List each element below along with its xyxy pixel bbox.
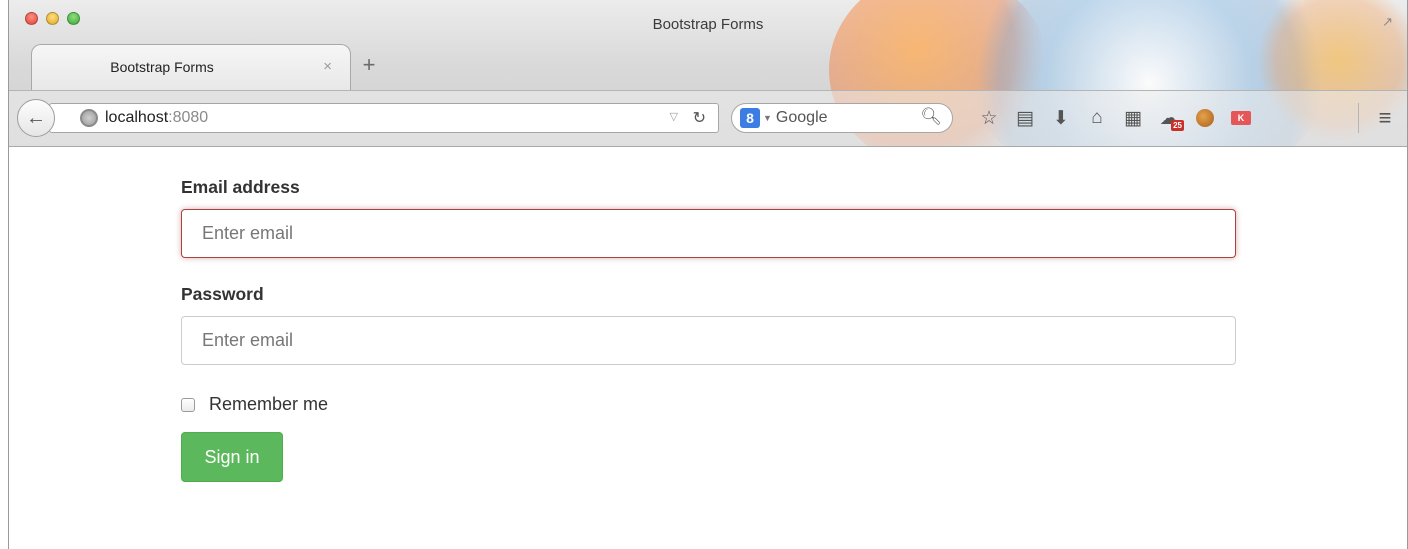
cookie-icon[interactable] xyxy=(1187,105,1223,131)
reading-list-icon[interactable]: ▤ xyxy=(1007,105,1043,131)
sign-in-form: Email address Enter email Password Enter… xyxy=(181,177,1236,482)
sign-in-button[interactable]: Sign in xyxy=(181,432,283,482)
email-field[interactable]: Enter email xyxy=(181,209,1236,258)
apps-grid-icon[interactable]: ▦ xyxy=(1115,105,1151,131)
remember-me-checkbox[interactable] xyxy=(181,397,195,412)
download-icon[interactable]: ⬇ xyxy=(1043,105,1079,131)
back-button[interactable]: ← xyxy=(17,99,55,137)
url-host: localhost xyxy=(105,109,169,126)
search-icon[interactable]: 🔍︎ xyxy=(920,107,942,127)
menu-icon[interactable]: ≡ xyxy=(1367,105,1403,131)
tab-label: Bootstrap Forms xyxy=(110,59,214,75)
search-engine-dropdown-icon[interactable]: ▼ xyxy=(763,113,772,123)
star-icon[interactable]: ☆ xyxy=(971,105,1007,131)
email-label: Email address xyxy=(181,177,300,197)
email-placeholder: Enter email xyxy=(202,223,294,243)
browser-toolbar-icons: ☆ ▤ ⬇ ⌂ ▦ ☁ 25 K xyxy=(971,105,1259,131)
window-title: Bootstrap Forms xyxy=(652,16,764,33)
search-input[interactable]: Google xyxy=(776,109,828,127)
home-icon[interactable]: ⌂ xyxy=(1079,105,1115,131)
password-field[interactable]: Enter email xyxy=(181,316,1236,365)
password-placeholder: Enter email xyxy=(202,330,294,350)
browser-chrome: Bootstrap Forms ↗ Bootstrap Forms × + lo… xyxy=(9,0,1407,147)
back-arrow-icon: ← xyxy=(26,106,46,129)
fullscreen-icon[interactable]: ↗ xyxy=(1382,14,1393,30)
tab-bootstrap-forms[interactable]: Bootstrap Forms × xyxy=(31,44,351,90)
remember-me-row[interactable]: Remember me xyxy=(181,394,1236,415)
reload-icon[interactable]: ↻ xyxy=(693,108,706,128)
close-tab-icon[interactable]: × xyxy=(323,58,332,75)
extension-badge: 25 xyxy=(1171,120,1184,131)
page-content: Email address Enter email Password Enter… xyxy=(9,147,1407,549)
navigation-toolbar: localhost:8080 ▽ ↻ ← 8 ▼ Google 🔍︎ ☆ ▤ ⬇… xyxy=(9,90,1407,146)
browser-window: Bootstrap Forms ↗ Bootstrap Forms × + lo… xyxy=(8,0,1408,549)
url-bar[interactable]: localhost:8080 ▽ ↻ xyxy=(49,103,719,133)
url-port: :8080 xyxy=(168,109,209,126)
k-extension-icon[interactable]: K xyxy=(1223,105,1259,131)
search-engine-icon[interactable]: 8 xyxy=(740,108,760,128)
password-label: Password xyxy=(181,284,264,304)
search-bar[interactable]: 8 ▼ Google 🔍︎ xyxy=(731,103,953,133)
remember-me-label: Remember me xyxy=(209,394,329,414)
extension-icon[interactable]: ☁ 25 xyxy=(1151,105,1187,131)
new-tab-button[interactable]: + xyxy=(357,52,381,78)
url-history-dropdown-icon[interactable]: ▽ xyxy=(670,110,678,123)
toolbar-separator xyxy=(1358,103,1359,133)
site-identity-icon[interactable] xyxy=(80,109,98,127)
